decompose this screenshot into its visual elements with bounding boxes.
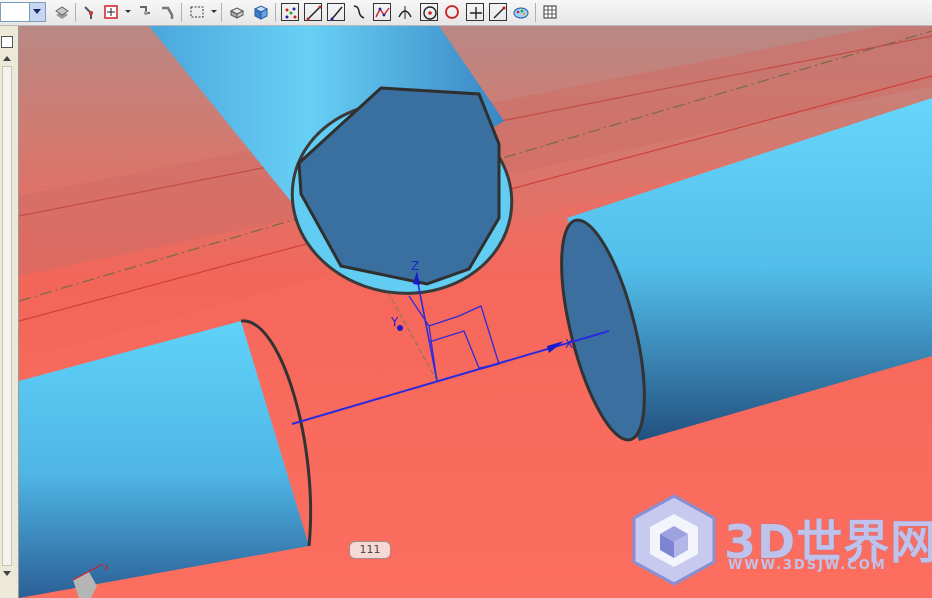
triad-x-label: x: [104, 563, 110, 573]
grid-icon[interactable]: [541, 3, 559, 21]
route-icon[interactable]: [136, 3, 154, 21]
chevron-down-icon[interactable]: [29, 3, 45, 21]
slant-line-icon[interactable]: [327, 3, 345, 21]
part-tag[interactable]: 111: [349, 541, 391, 559]
chevron-down-icon[interactable]: [125, 10, 131, 13]
watermark-logo: 3D世界网 WWW.3DSJW.COM: [626, 492, 932, 588]
toolbar-separator: [221, 3, 222, 22]
toolbar-separator: [75, 3, 76, 22]
panel-toggle-button[interactable]: [1, 36, 13, 48]
side-panel: [0, 26, 19, 598]
shaded-box-icon[interactable]: [228, 3, 246, 21]
y-axis-label: Y: [390, 315, 399, 329]
z-axis-label: Z: [411, 259, 419, 273]
scroll-down-icon[interactable]: [3, 571, 11, 576]
spline-icon[interactable]: [373, 3, 391, 21]
cross-icon[interactable]: [466, 3, 484, 21]
circle-icon[interactable]: [443, 3, 461, 21]
scroll-up-icon[interactable]: [3, 56, 11, 61]
circle-point-icon[interactable]: [420, 3, 438, 21]
snap-point-icon[interactable]: [82, 3, 100, 21]
pen-icon[interactable]: [489, 3, 507, 21]
layer-combo[interactable]: [0, 2, 46, 22]
part-tag-label: 111: [359, 543, 381, 556]
selection-box-icon[interactable]: [188, 3, 206, 21]
point-cloud-icon[interactable]: [281, 3, 299, 21]
layer-icon[interactable]: [53, 3, 71, 21]
curve-icon[interactable]: [350, 3, 368, 21]
x-axis-label: X: [565, 337, 573, 351]
logo-cube-icon: [632, 494, 716, 586]
select-filter-icon[interactable]: [102, 3, 120, 21]
line-icon[interactable]: [304, 3, 322, 21]
logo-subtitle: WWW.3DSJW.COM: [728, 558, 887, 573]
palette-icon[interactable]: [512, 3, 530, 21]
toolbar-separator: [535, 3, 536, 22]
tangent-icon[interactable]: [396, 3, 414, 21]
toolbar-separator: [275, 3, 276, 22]
top-toolbar: [0, 0, 932, 26]
solid-cube-icon[interactable]: [252, 3, 270, 21]
handle-icon[interactable]: [158, 3, 176, 21]
side-scrollbar[interactable]: [2, 66, 12, 566]
3d-viewport[interactable]: X Z Y x 111 3D世界网 WWW.3DSJW.COM: [19, 26, 932, 598]
toolbar-separator: [181, 3, 182, 22]
chevron-down-icon[interactable]: [211, 10, 217, 13]
